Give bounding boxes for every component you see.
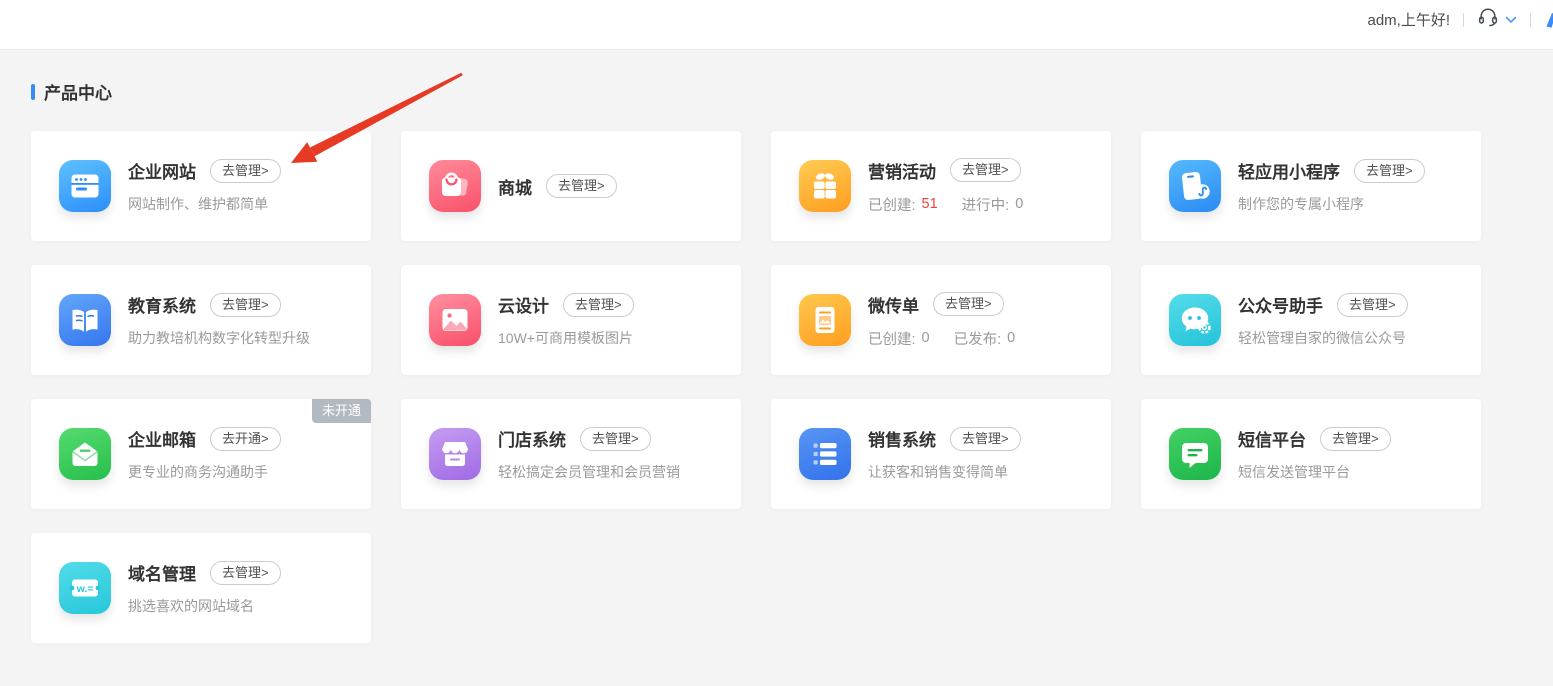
manage-button[interactable]: 去管理>: [950, 427, 1021, 451]
gift-icon: [799, 160, 851, 212]
product-card: 营销活动 去管理> 已创建: 51 进行中: 0: [771, 131, 1111, 241]
product-title: 短信平台: [1238, 426, 1306, 451]
manage-button[interactable]: 去管理>: [210, 561, 281, 585]
stat-item: 已创建: 51: [868, 194, 938, 215]
stat-item: 已发布: 0: [954, 328, 1016, 349]
product-stats: 已创建: 0 已发布: 0: [868, 328, 1015, 349]
product-title: 营销活动: [868, 158, 936, 183]
manage-button[interactable]: 去管理>: [1354, 159, 1425, 183]
product-card: 销售系统 去管理> 让获客和销售变得简单: [771, 399, 1111, 509]
stat-label: 已创建:: [868, 194, 916, 215]
stat-item: 已创建: 0: [868, 328, 930, 349]
product-card: 教育系统 去管理> 助力教培机构数字化转型升级: [31, 265, 371, 375]
product-title: 企业网站: [128, 158, 196, 183]
design-icon: [429, 294, 481, 346]
header-right-group: adm,上午好!: [1367, 7, 1553, 32]
stat-value: 51: [922, 196, 938, 212]
miniprogram-icon: [1169, 160, 1221, 212]
website-icon: [59, 160, 111, 212]
product-card: 微传单 去管理> 已创建: 0 已发布: 0: [771, 265, 1111, 375]
stat-label: 已发布:: [954, 328, 1002, 349]
product-title: 门店系统: [498, 426, 566, 451]
product-title: 企业邮箱: [128, 426, 196, 451]
header-divider: [1530, 13, 1531, 27]
store-icon: [429, 428, 481, 480]
manage-button[interactable]: 去管理>: [1320, 427, 1391, 451]
stat-item: 进行中: 0: [962, 194, 1024, 215]
product-card: 轻应用小程序 去管理> 制作您的专属小程序: [1141, 131, 1481, 241]
manage-button[interactable]: 去管理>: [950, 158, 1021, 182]
manage-button[interactable]: 去管理>: [210, 293, 281, 317]
product-description: 短信发送管理平台: [1238, 462, 1391, 482]
stat-label: 已创建:: [868, 328, 916, 349]
product-card: 企业网站 去管理> 网站制作、维护都简单: [31, 131, 371, 241]
product-description: 轻松搞定会员管理和会员营销: [498, 462, 680, 482]
manage-button[interactable]: 去开通>: [210, 427, 281, 451]
product-stats: 已创建: 51 进行中: 0: [868, 194, 1023, 215]
product-card: 短信平台 去管理> 短信发送管理平台: [1141, 399, 1481, 509]
product-grid: 企业网站 去管理> 网站制作、维护都简单 商城 去管理> 营销活动 去管理>: [31, 131, 1553, 643]
manage-button[interactable]: 去管理>: [933, 292, 1004, 316]
product-title: 商城: [498, 174, 532, 199]
stat-label: 进行中:: [962, 194, 1010, 215]
product-description: 让获客和销售变得简单: [868, 462, 1021, 482]
domain-icon: w.=: [59, 562, 111, 614]
product-card: 企业邮箱 去开通> 更专业的商务沟通助手 未开通: [31, 399, 371, 509]
manage-button[interactable]: 去管理>: [210, 159, 281, 183]
product-title: 销售系统: [868, 426, 936, 451]
product-title: 轻应用小程序: [1238, 158, 1340, 183]
mall-icon: [429, 160, 481, 212]
top-header-bar: adm,上午好!: [0, 0, 1553, 50]
manage-button[interactable]: 去管理>: [563, 293, 634, 317]
product-title: 公众号助手: [1238, 292, 1323, 317]
flyer-icon: [799, 294, 851, 346]
product-title: 微传单: [868, 292, 919, 317]
user-greeting: adm,上午好!: [1367, 9, 1450, 30]
page-title: 产品中心: [44, 79, 112, 104]
stat-value: 0: [1015, 196, 1023, 212]
product-description: 制作您的专属小程序: [1238, 194, 1425, 214]
wechat-icon: [1169, 294, 1221, 346]
status-badge: 未开通: [312, 399, 371, 423]
product-title: 教育系统: [128, 292, 196, 317]
product-card: 云设计 去管理> 10W+可商用模板图片: [401, 265, 741, 375]
chevron-down-icon[interactable]: [1505, 11, 1517, 29]
manage-button[interactable]: 去管理>: [1337, 293, 1408, 317]
product-description: 网站制作、维护都简单: [128, 194, 281, 214]
product-card: 门店系统 去管理> 轻松搞定会员管理和会员营销: [401, 399, 741, 509]
svg-text:w.=: w.=: [76, 583, 94, 595]
manage-button[interactable]: 去管理>: [580, 427, 651, 451]
sms-icon: [1169, 428, 1221, 480]
product-description: 10W+可商用模板图片: [498, 328, 634, 348]
title-accent-bar: [31, 84, 35, 100]
education-icon: [59, 294, 111, 346]
product-title: 域名管理: [128, 560, 196, 585]
stat-value: 0: [1007, 330, 1015, 346]
product-card: 商城 去管理>: [401, 131, 741, 241]
mail-icon: [59, 428, 111, 480]
header-divider: [1463, 13, 1464, 27]
sales-icon: [799, 428, 851, 480]
product-description: 轻松管理自家的微信公众号: [1238, 328, 1408, 348]
headset-icon[interactable]: [1477, 7, 1499, 32]
notification-partial-icon[interactable]: [1544, 11, 1553, 29]
product-card: w.= 域名管理 去管理> 挑选喜欢的网站域名: [31, 533, 371, 643]
product-title: 云设计: [498, 292, 549, 317]
support-menu[interactable]: [1477, 7, 1517, 32]
product-description: 更专业的商务沟通助手: [128, 462, 281, 482]
section-title: 产品中心: [31, 79, 1553, 104]
product-description: 挑选喜欢的网站域名: [128, 596, 281, 616]
product-description: 助力教培机构数字化转型升级: [128, 328, 310, 348]
product-card: 公众号助手 去管理> 轻松管理自家的微信公众号: [1141, 265, 1481, 375]
stat-value: 0: [922, 330, 930, 346]
manage-button[interactable]: 去管理>: [546, 174, 617, 198]
